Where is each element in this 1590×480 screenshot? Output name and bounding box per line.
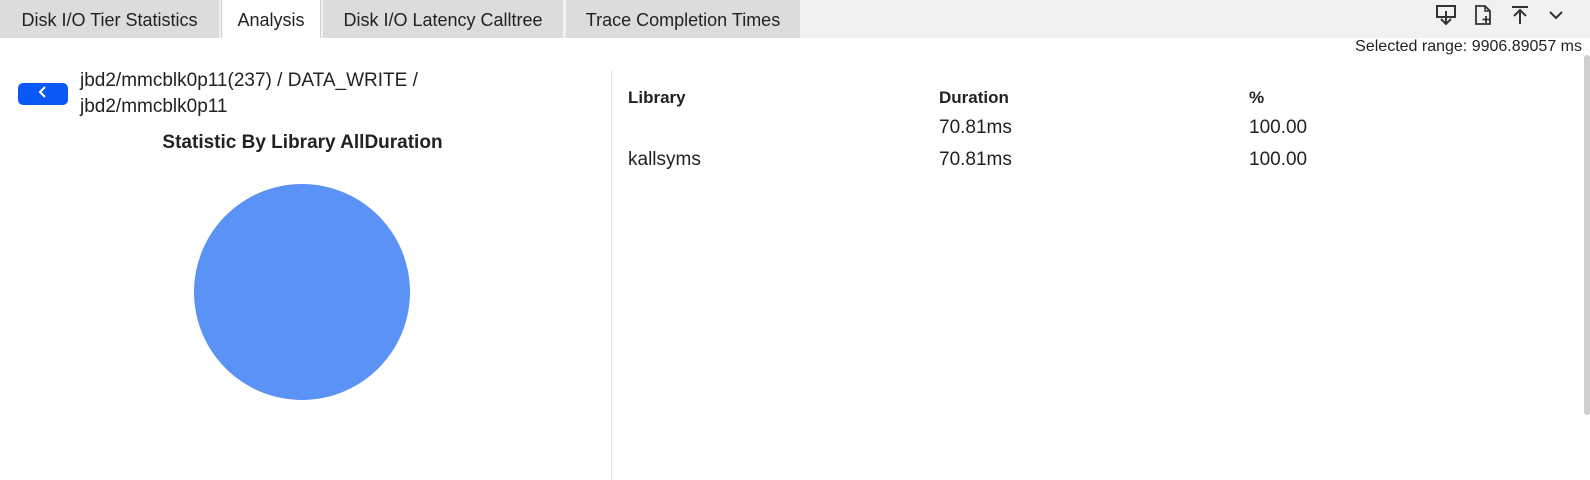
library-table: Library Duration % 70.81ms 100.00 kallsy… bbox=[628, 84, 1548, 178]
column-header-percent[interactable]: % bbox=[1249, 84, 1264, 112]
download-icon[interactable] bbox=[1433, 2, 1459, 28]
pie-chart bbox=[150, 175, 460, 415]
pin-top-icon[interactable] bbox=[1507, 2, 1533, 28]
tab-disk-io-latency-calltree[interactable]: Disk I/O Latency Calltree bbox=[323, 0, 563, 38]
cell-percent: 100.00 bbox=[1249, 149, 1308, 170]
chart-title: Statistic By Library AllDuration bbox=[162, 132, 443, 153]
chevron-left-icon bbox=[37, 85, 49, 104]
pie-slice-kallsyms[interactable] bbox=[194, 184, 410, 400]
back-button[interactable] bbox=[18, 83, 68, 105]
chevron-down-icon[interactable] bbox=[1543, 2, 1569, 28]
table-header-row: Library Duration % bbox=[628, 84, 1548, 114]
table-row[interactable]: 70.81ms 100.00 bbox=[628, 114, 1548, 146]
column-header-duration[interactable]: Duration bbox=[939, 84, 1009, 112]
cell-percent: 100.00 bbox=[1249, 117, 1308, 138]
panel-divider bbox=[611, 70, 612, 480]
selected-range-label: Selected range: 9906.89057 ms bbox=[1355, 38, 1582, 55]
tab-bar: Disk I/O Tier Statistics Analysis Disk I… bbox=[0, 0, 1590, 38]
scrollbar-thumb[interactable] bbox=[1584, 55, 1590, 415]
tab-disk-io-tier-statistics[interactable]: Disk I/O Tier Statistics bbox=[0, 0, 219, 38]
breadcrumb: jbd2/mmcblk0p11(237) / DATA_WRITE / jbd2… bbox=[80, 70, 418, 117]
cell-duration: 70.81ms bbox=[939, 117, 1012, 138]
cell-library: kallsyms bbox=[628, 149, 701, 170]
scrollbar[interactable] bbox=[1584, 55, 1590, 470]
tab-analysis[interactable]: Analysis bbox=[221, 0, 321, 38]
tab-trace-completion-times[interactable]: Trace Completion Times bbox=[566, 0, 800, 38]
file-add-icon[interactable] bbox=[1470, 2, 1496, 28]
table-row[interactable]: kallsyms 70.81ms 100.00 bbox=[628, 146, 1548, 178]
cell-duration: 70.81ms bbox=[939, 149, 1012, 170]
column-header-library[interactable]: Library bbox=[628, 84, 686, 112]
